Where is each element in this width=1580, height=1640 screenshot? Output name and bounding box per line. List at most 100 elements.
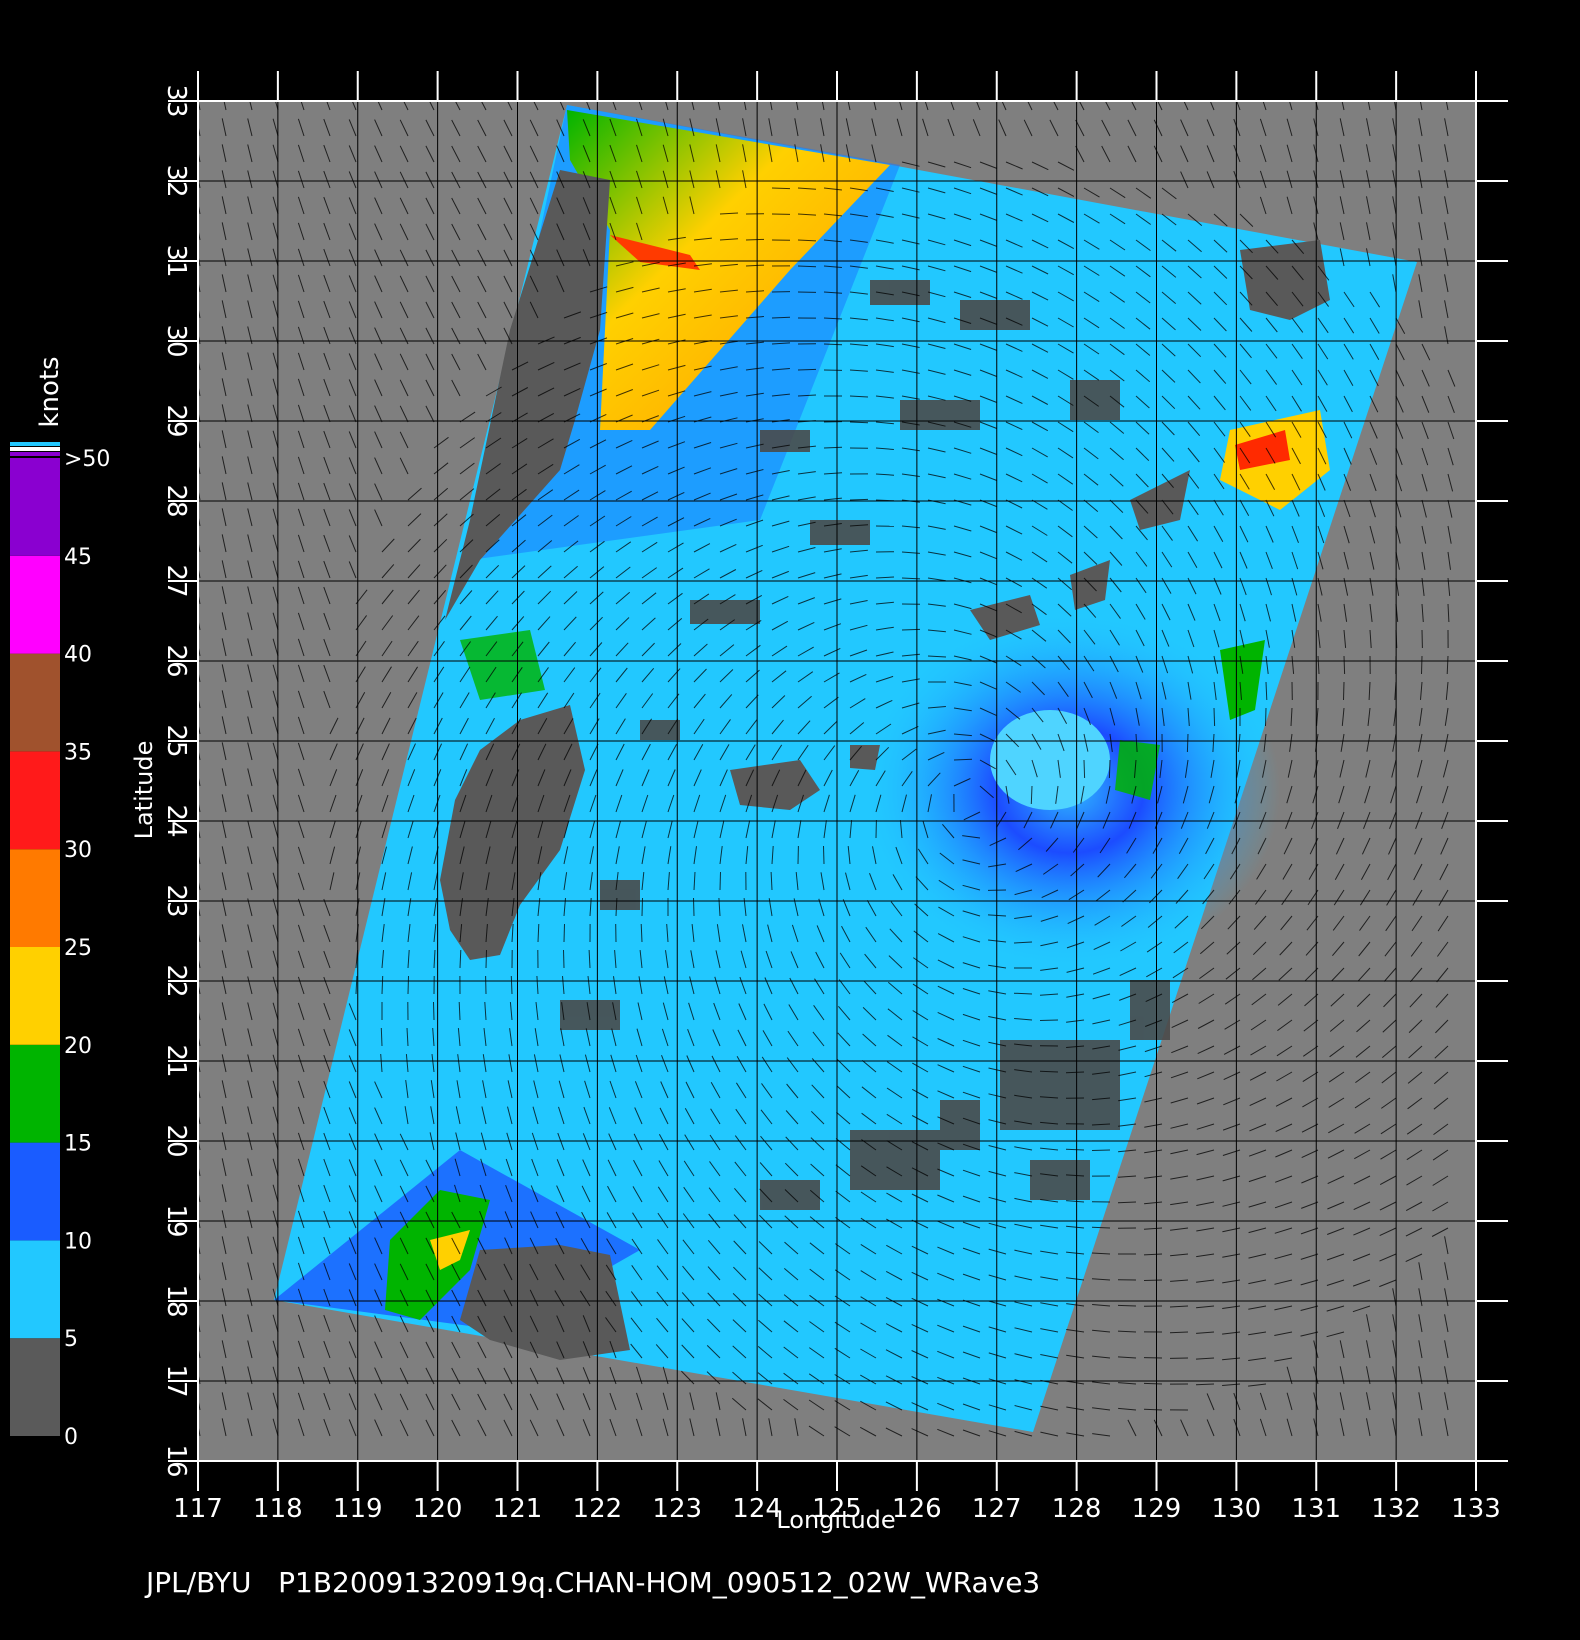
wind-barb [1117, 1304, 1137, 1307]
x-tick-label: 128 [1052, 1494, 1102, 1524]
wind-barb [745, 238, 765, 241]
wind-barb [1343, 655, 1346, 675]
y-tick-label: 20 [161, 1124, 191, 1157]
wind-barb [1343, 681, 1345, 701]
wind-barb [1143, 1382, 1163, 1385]
colorbar-segment [10, 751, 60, 850]
x-tick-label: 133 [1451, 1494, 1501, 1524]
y-tick-label: 26 [161, 644, 191, 677]
x-tick-label: 123 [652, 1494, 702, 1524]
x-tick-label: 127 [972, 1494, 1022, 1524]
wind-barb [407, 975, 409, 995]
colorbar-segment [10, 458, 60, 556]
y-axis-label: Latitude [130, 741, 158, 840]
wind-barb [1213, 707, 1216, 727]
colorbar-tick-label: 15 [64, 1132, 92, 1157]
y-tick-label: 24 [161, 804, 191, 837]
colorbar-tick-label: 0 [64, 1425, 78, 1450]
colorbar: 0 5 10 15 20 25 30 35 40 45 >50 [10, 442, 110, 1450]
colorbar-segment [10, 1338, 60, 1436]
wind-barb [1039, 1019, 1059, 1021]
colorbar-overflow-stripe [10, 442, 60, 446]
x-axis-label: Longitude [776, 1506, 895, 1534]
x-tick-label: 126 [892, 1494, 942, 1524]
wind-barb [771, 187, 791, 190]
x-tick-label: 120 [413, 1494, 463, 1524]
wind-barb [1169, 1331, 1189, 1334]
colorbar-tick-label: 40 [64, 643, 92, 668]
y-tick-label: 21 [161, 1044, 191, 1077]
colorbar-segment [10, 653, 60, 752]
wind-barb [1143, 1279, 1163, 1281]
wind-barb [693, 897, 695, 917]
x-tick-label: 129 [1132, 1494, 1182, 1524]
wind-barb [849, 421, 869, 424]
wind-barb [381, 975, 384, 995]
wind-barb [433, 1001, 435, 1021]
wind-barb [771, 316, 791, 319]
wind-barb [563, 949, 565, 969]
x-tick-label: 117 [173, 1494, 223, 1524]
colorbar-tick-label: 25 [64, 936, 92, 961]
colorbar-segment [10, 947, 60, 1045]
y-tick-label: 27 [161, 564, 191, 597]
wind-barb [849, 498, 869, 501]
y-tick-label: 28 [161, 484, 191, 517]
y-tick-label: 25 [161, 724, 191, 757]
x-tick-label: 119 [333, 1494, 383, 1524]
wind-barb [1108, 759, 1111, 779]
colorbar-tick-label: 20 [64, 1034, 92, 1059]
wind-barb [823, 343, 843, 346]
colorbar-unit-label: knots [35, 356, 65, 427]
wind-barb [1421, 655, 1423, 675]
colorbar-segment [10, 555, 60, 654]
wind-barb [901, 628, 921, 631]
wind-barb [719, 871, 721, 891]
colorbar-tick-label: 30 [64, 838, 92, 863]
wind-barb [1265, 707, 1267, 727]
x-tick-label: 130 [1212, 1494, 1262, 1524]
x-tick-label: 131 [1291, 1494, 1341, 1524]
wind-barb [1039, 1070, 1059, 1073]
wind-barb [1091, 1149, 1111, 1151]
wind-barb [510, 975, 513, 995]
wind-barb [1091, 1226, 1111, 1229]
wind-barb [1083, 759, 1086, 779]
y-tick-label: 17 [161, 1364, 191, 1397]
y-tick-label: 18 [161, 1284, 191, 1317]
wind-barb [1186, 733, 1189, 753]
y-tick-label: 33 [161, 84, 191, 117]
wind-barb [1030, 785, 1033, 805]
colorbar-tick-label: 5 [64, 1327, 78, 1352]
wind-barb [1117, 1201, 1137, 1204]
colorbar-segment [10, 1142, 60, 1241]
colorbar-overflow-stripe [10, 452, 60, 456]
x-tick-label: 118 [253, 1494, 303, 1524]
y-tick-label: 31 [161, 244, 191, 277]
wind-barb [823, 845, 825, 865]
colorbar-overflow-stripe [10, 447, 60, 451]
y-tick-label: 22 [161, 964, 191, 997]
y-tick-label: 19 [161, 1204, 191, 1237]
colorbar-segment [10, 849, 60, 947]
wind-barb [485, 949, 487, 969]
wind-barb [641, 897, 643, 917]
y-tick-label: 30 [161, 324, 191, 357]
colorbar-segment [10, 1240, 60, 1339]
colorbar-tick-label: 10 [64, 1229, 92, 1254]
x-tick-label: 124 [732, 1494, 782, 1524]
wind-barb [1065, 1148, 1085, 1151]
x-tick-label: 122 [573, 1494, 623, 1524]
y-tick-label: 29 [161, 404, 191, 437]
wind-barb [797, 368, 817, 371]
colorbar-tick-label: 35 [64, 740, 92, 765]
footer-text: JPL/BYU P1B20091320919q.CHAN-HOM_090512_… [144, 1566, 1040, 1599]
wind-barb [797, 265, 817, 268]
x-tick-label: 132 [1371, 1494, 1421, 1524]
wind-barb [563, 923, 565, 943]
y-tick-label: 32 [161, 164, 191, 197]
wind-map-figure: 117 118 119 120 121 122 123 124 125 126 127 128 129 1… [10, 71, 1508, 1599]
y-tick-label: 16 [161, 1444, 191, 1477]
colorbar-segment [10, 1044, 60, 1143]
colorbar-tick-label: >50 [64, 447, 110, 472]
